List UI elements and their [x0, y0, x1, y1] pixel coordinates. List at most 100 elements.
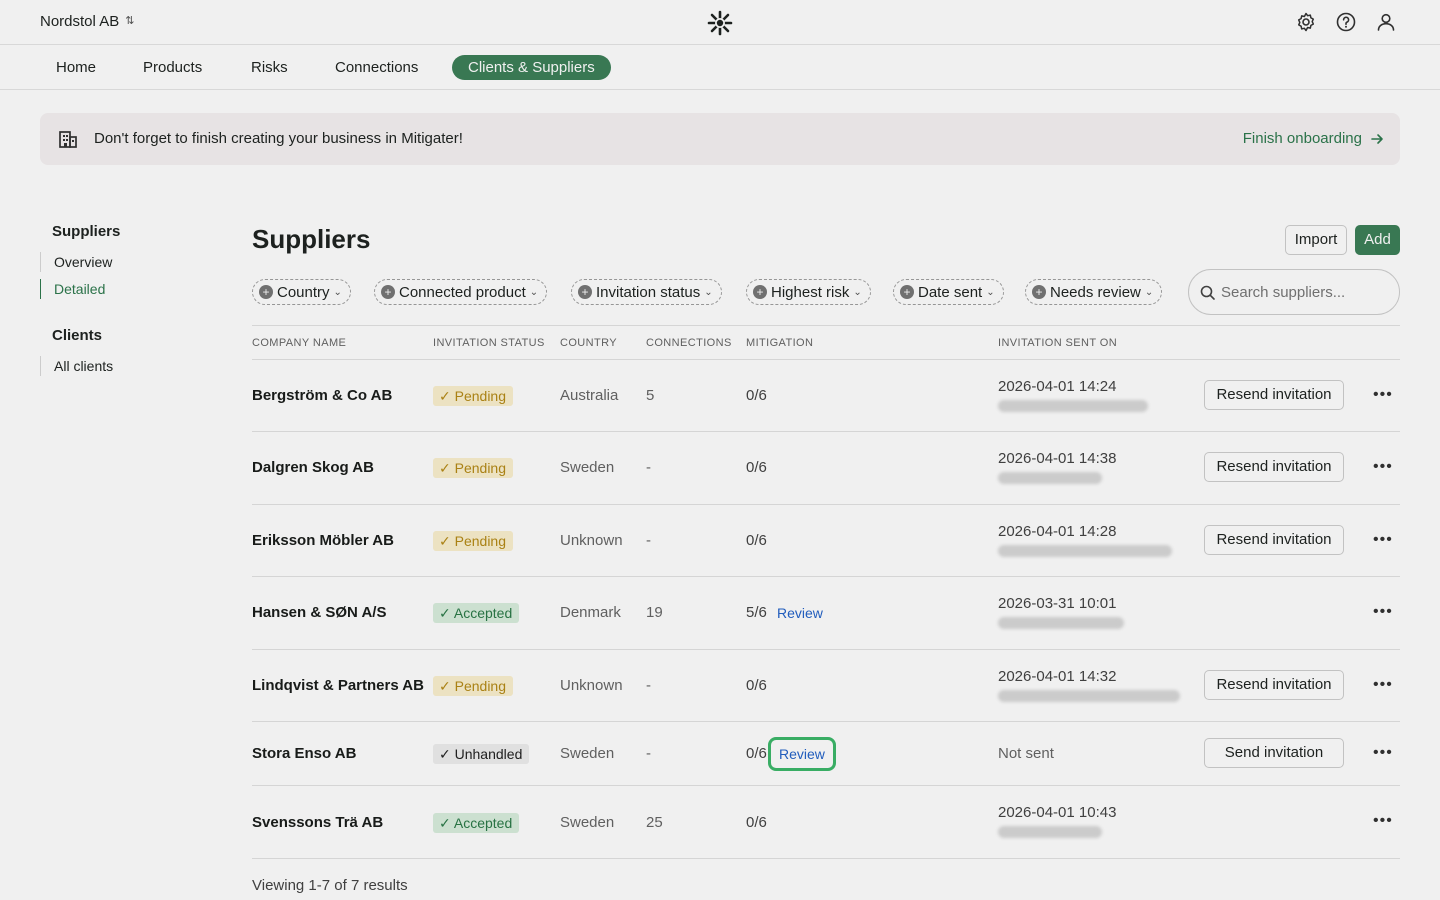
resend-invitation-button[interactable]: Resend invitation	[1204, 380, 1344, 410]
finish-onboarding-link[interactable]: Finish onboarding	[1243, 130, 1384, 147]
status-label: Accepted	[453, 605, 513, 621]
resend-invitation-button[interactable]: Resend invitation	[1204, 525, 1344, 555]
table-row[interactable]: Hansen & SØN A/S ✓ Accepted Denmark 19 5…	[252, 577, 1400, 650]
connections-count: 19	[646, 604, 663, 621]
filter-date-sent[interactable]: + Date sent ⌄	[893, 279, 1004, 305]
table-row[interactable]: Stora Enso AB ✓ Unhandled Sweden - 0/6 R…	[252, 722, 1400, 786]
connections-count: -	[646, 459, 651, 476]
sidebar-item-all-clients[interactable]: All clients	[40, 356, 113, 376]
chevron-down-icon: ⌄	[333, 286, 342, 298]
chevron-down-icon: ⌄	[1144, 286, 1154, 298]
more-options-icon[interactable]: •••	[1373, 458, 1392, 476]
company-name[interactable]: Hansen & SØN A/S	[252, 604, 386, 621]
more-options-icon[interactable]: •••	[1373, 531, 1392, 549]
more-options-icon[interactable]: •••	[1373, 744, 1392, 762]
country: Denmark	[560, 604, 621, 621]
company-name[interactable]: Svenssons Trä AB	[252, 814, 383, 831]
mitigation-progress: 0/6	[746, 677, 767, 694]
status-badge: ✓ Pending	[433, 531, 514, 551]
plus-circle-icon: +	[578, 285, 592, 299]
filter-label: Invitation status	[596, 283, 701, 301]
mitigater-logo[interactable]	[706, 9, 734, 37]
company-name[interactable]: Stora Enso AB	[252, 745, 356, 762]
invitation-sent-date: 2026-04-01 14:38	[998, 450, 1117, 467]
status-label: Unhandled	[454, 746, 523, 762]
status-badge: ✓ Accepted	[433, 813, 520, 833]
filter-label: Connected product	[399, 283, 526, 301]
filter-highest-risk[interactable]: + Highest risk ⌄	[746, 279, 871, 305]
chevron-updown-icon: ⇅	[125, 15, 135, 27]
connections-count: 5	[646, 387, 655, 404]
table-row[interactable]: Eriksson Möbler AB ✓ Pending Unknown - 0…	[252, 505, 1400, 577]
filter-needs-review[interactable]: + Needs review ⌄	[1025, 279, 1163, 305]
status-badge: ✓ Unhandled	[433, 744, 530, 764]
chevron-down-icon: ⌄	[986, 286, 995, 298]
redacted-email	[998, 400, 1148, 412]
status-label: Pending	[454, 388, 507, 404]
filter-connected-product[interactable]: + Connected product ⌄	[374, 279, 548, 305]
add-button[interactable]: Add	[1355, 225, 1400, 255]
nav-item-risks[interactable]: Risks	[235, 55, 304, 80]
import-button[interactable]: Import	[1285, 225, 1347, 255]
mitigation-progress: 0/6	[746, 814, 767, 831]
redacted-email	[998, 545, 1172, 557]
column-header-invitation-status[interactable]: INVITATION STATUS	[433, 337, 545, 349]
search-box	[1188, 269, 1400, 315]
more-options-icon[interactable]: •••	[1373, 386, 1392, 404]
column-header-mitigation[interactable]: MITIGATION	[746, 337, 813, 349]
nav-item-connections[interactable]: Connections	[319, 55, 434, 80]
more-options-icon[interactable]: •••	[1373, 812, 1392, 830]
plus-circle-icon: +	[1032, 285, 1046, 299]
top-bar: Nordstol AB ⇅	[0, 0, 1440, 45]
country: Unknown	[560, 677, 623, 694]
nav-item-products[interactable]: Products	[127, 55, 218, 80]
help-icon[interactable]	[1334, 10, 1358, 34]
filter-country[interactable]: + Country ⌄	[252, 279, 351, 305]
company-name[interactable]: Bergström & Co AB	[252, 387, 392, 404]
status-badge: ✓ Pending	[433, 458, 514, 478]
connections-count: -	[646, 745, 651, 762]
check-icon: ✓	[439, 460, 451, 476]
chevron-down-icon: ⌄	[529, 286, 539, 298]
table-row[interactable]: Dalgren Skog AB ✓ Pending Sweden - 0/6 2…	[252, 432, 1400, 505]
review-link[interactable]: Review	[777, 605, 823, 621]
sidebar-clients-title: Clients	[52, 327, 103, 344]
nav-item-home[interactable]: Home	[40, 55, 112, 80]
settings-gear-icon[interactable]	[1294, 10, 1318, 34]
nav-item-clients-suppliers[interactable]: Clients & Suppliers	[452, 55, 611, 80]
resend-invitation-button[interactable]: Resend invitation	[1204, 670, 1344, 700]
column-header-invitation-sent-on[interactable]: INVITATION SENT ON	[998, 337, 1117, 349]
sidebar-item-overview[interactable]: Overview	[40, 252, 112, 272]
resend-invitation-button[interactable]: Resend invitation	[1204, 452, 1344, 482]
status-label: Pending	[454, 678, 507, 694]
send-invitation-button[interactable]: Send invitation	[1204, 738, 1344, 768]
country: Sweden	[560, 814, 615, 831]
column-header-country[interactable]: COUNTRY	[560, 337, 617, 349]
org-switcher[interactable]: Nordstol AB ⇅	[40, 13, 134, 30]
table-row[interactable]: Svenssons Trä AB ✓ Accepted Sweden 25 0/…	[252, 786, 1400, 859]
column-header-connections[interactable]: CONNECTIONS	[646, 337, 732, 349]
search-input[interactable]	[1221, 280, 1391, 304]
status-label: Accepted	[453, 815, 513, 831]
country: Unknown	[560, 532, 623, 549]
filter-label: Needs review	[1050, 283, 1141, 301]
sidebar-item-detailed[interactable]: Detailed	[40, 279, 105, 299]
company-name[interactable]: Eriksson Möbler AB	[252, 532, 394, 549]
invitation-sent-date: 2026-04-01 14:24	[998, 378, 1117, 395]
plus-circle-icon: +	[900, 285, 914, 299]
table-row[interactable]: Lindqvist & Partners AB ✓ Pending Unknow…	[252, 650, 1400, 722]
more-options-icon[interactable]: •••	[1373, 676, 1392, 694]
filter-invitation-status[interactable]: + Invitation status ⌄	[571, 279, 722, 305]
arrow-right-icon	[1371, 133, 1383, 144]
review-link[interactable]: Review	[768, 737, 836, 771]
company-name[interactable]: Dalgren Skog AB	[252, 459, 374, 476]
invitation-sent-date: 2026-04-01 14:32	[998, 668, 1117, 685]
column-header-company-name[interactable]: COMPANY NAME	[252, 337, 346, 349]
company-name[interactable]: Lindqvist & Partners AB	[252, 677, 424, 694]
user-profile-icon[interactable]	[1374, 10, 1398, 34]
plus-circle-icon: +	[753, 285, 767, 299]
results-count: Viewing 1-7 of 7 results	[252, 877, 408, 894]
table-row[interactable]: Bergström & Co AB ✓ Pending Australia 5 …	[252, 360, 1400, 432]
country: Australia	[560, 387, 619, 404]
more-options-icon[interactable]: •••	[1373, 603, 1392, 621]
